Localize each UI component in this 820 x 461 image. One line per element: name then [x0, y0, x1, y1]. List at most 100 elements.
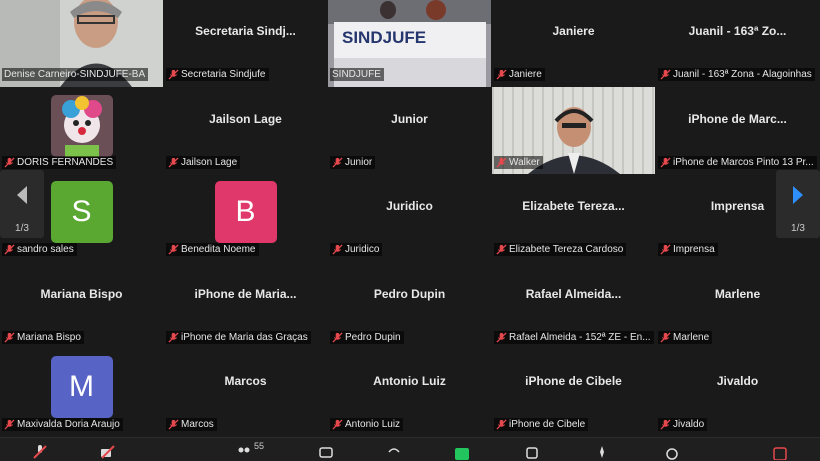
meeting-toolbar: 55 [0, 437, 820, 461]
participant-display-name: Rafael Almeida... [525, 286, 622, 301]
participant-tile[interactable]: Secretaria Sindj... Secretaria Sindjufe [164, 0, 327, 88]
more-icon[interactable] [664, 444, 680, 460]
participant-tile[interactable]: DORIS FERNANDES [0, 87, 163, 175]
participant-name-label: Antonio Luiz [330, 417, 404, 431]
participant-name-label: Benedita Noeme [166, 243, 259, 257]
participant-tile[interactable]: Pedro Dupin Pedro Dupin [328, 262, 491, 350]
muted-mic-icon [496, 419, 507, 430]
participant-name: Marcos [181, 418, 214, 430]
participants-icon[interactable] [236, 444, 252, 460]
muted-mic-icon [4, 244, 15, 255]
participant-name-label: Maxivalda Doria Araujo [2, 417, 123, 431]
muted-mic-icon [168, 69, 179, 80]
participant-tile[interactable]: SINDJUFE SINDJUFE [328, 0, 491, 88]
participant-name: Junior [345, 156, 373, 168]
chat-icon[interactable] [318, 444, 334, 460]
reactions-icon[interactable] [386, 444, 402, 460]
participant-name: Rafael Almeida - 152ª ZE - En... [509, 331, 651, 343]
participant-name-label: Junior [330, 155, 376, 169]
participant-name: Benedita Noeme [181, 244, 256, 256]
participant-tile[interactable]: Denise Carneiro-SINDJUFE-BA [0, 0, 163, 88]
participant-name-label: Jailson Lage [166, 155, 241, 169]
participant-name: Jailson Lage [181, 156, 238, 168]
initial-avatar: B [214, 180, 277, 243]
participant-name-label: Juanil - 163ª Zona - Alagoinhas [658, 68, 815, 82]
muted-mic-icon [332, 332, 343, 343]
participant-name: DORIS FERNANDES [17, 156, 114, 168]
participant-tile[interactable]: Marcos Marcos [164, 349, 327, 437]
participant-name-label: Jivaldo [658, 417, 708, 431]
participant-tile[interactable]: Janiere Janiere [492, 0, 655, 88]
participant-display-name: iPhone de Cibele [525, 374, 622, 389]
participant-name-label: DORIS FERNANDES [2, 155, 117, 169]
participant-tile[interactable]: Mariana Bispo Mariana Bispo [0, 262, 163, 350]
leave-icon[interactable] [772, 444, 788, 460]
participant-tile[interactable]: Junior Junior [328, 87, 491, 175]
participant-tile[interactable]: Elizabete Tereza... Elizabete Tereza Card… [492, 174, 655, 263]
initial-avatar: M [50, 355, 113, 418]
participant-display-name: Jailson Lage [209, 111, 282, 126]
participant-tile[interactable]: iPhone de Cibele iPhone de Cibele [492, 349, 655, 437]
participant-name: Maxivalda Doria Araujo [17, 418, 120, 430]
participant-tile[interactable]: Juridico Juridico [328, 174, 491, 263]
share-screen-icon[interactable] [454, 444, 470, 460]
record-icon[interactable] [524, 444, 540, 460]
participant-tile[interactable]: iPhone de Marc... iPhone de Marcos Pinto … [656, 87, 819, 175]
initial-avatar: S [50, 180, 113, 243]
participant-display-name: Jivaldo [716, 374, 759, 389]
participant-name-label: iPhone de Marcos Pinto 13 Pr... [658, 155, 817, 169]
participant-tile[interactable]: iPhone de Maria... iPhone de Maria das Gr… [164, 262, 327, 350]
participant-tile[interactable]: M Maxivalda Doria Araujo [0, 349, 163, 437]
mute-mic-icon[interactable] [32, 444, 48, 460]
next-page-button[interactable]: 1/3 [776, 170, 820, 238]
muted-mic-icon [496, 69, 507, 80]
participant-name-label: Rafael Almeida - 152ª ZE - En... [494, 330, 654, 344]
muted-mic-icon [4, 157, 15, 168]
participant-display-name: Juridico [386, 199, 433, 214]
muted-mic-icon [168, 157, 179, 168]
muted-mic-icon [660, 332, 671, 343]
participant-tile[interactable]: Jivaldo Jivaldo [656, 349, 819, 437]
banner-text: SINDJUFE [342, 28, 426, 47]
page-indicator: 1/3 [15, 223, 29, 234]
stop-video-icon[interactable] [100, 444, 116, 460]
participant-name-label: iPhone de Cibele [494, 417, 589, 431]
participant-display-name: Secretaria Sindj... [195, 24, 296, 39]
participant-name: iPhone de Marcos Pinto 13 Pr... [673, 156, 814, 168]
video-grid: Denise Carneiro-SINDJUFE-BA Secretaria Si… [0, 0, 820, 437]
chevron-right-icon [793, 186, 803, 204]
participant-tile[interactable]: Rafael Almeida... Rafael Almeida - 152ª Z… [492, 262, 655, 350]
muted-mic-icon [4, 419, 15, 430]
participant-name: iPhone de Maria das Graças [181, 331, 308, 343]
participant-display-name: Antonio Luiz [373, 374, 446, 389]
participant-name-label: iPhone de Maria das Graças [166, 330, 311, 344]
previous-page-button[interactable]: 1/3 [0, 170, 44, 238]
participant-name-label: Elizabete Tereza Cardoso [494, 243, 627, 257]
participant-name-label: Mariana Bispo [2, 330, 84, 344]
participant-name: Juanil - 163ª Zona - Alagoinhas [673, 69, 812, 81]
participant-name: sandro sales [17, 244, 74, 256]
participant-name: SINDJUFE [332, 69, 381, 81]
participant-display-name: Mariana Bispo [40, 286, 123, 301]
participant-name-label: Secretaria Sindjufe [166, 68, 269, 82]
page-indicator: 1/3 [791, 223, 805, 234]
participant-tile[interactable]: Walker [492, 87, 655, 175]
participants-count: 55 [254, 441, 265, 451]
muted-mic-icon [168, 332, 179, 343]
participant-tile[interactable]: Juanil - 163ª Zo... Juanil - 163ª Zona - … [656, 0, 819, 88]
muted-mic-icon [168, 419, 179, 430]
apps-icon[interactable] [594, 444, 610, 460]
participant-name-label: Marlene [658, 330, 713, 344]
participant-tile[interactable]: Marlene Marlene [656, 262, 819, 350]
participant-name: Denise Carneiro-SINDJUFE-BA [4, 69, 146, 81]
participant-display-name: iPhone de Marc... [688, 111, 787, 126]
participant-display-name: iPhone de Maria... [194, 286, 297, 301]
muted-mic-icon [332, 244, 343, 255]
participant-name: Janiere [509, 69, 542, 81]
participant-name: Jivaldo [673, 418, 705, 430]
participant-tile[interactable]: B Benedita Noeme [164, 174, 327, 263]
participant-tile[interactable]: Antonio Luiz Antonio Luiz [328, 349, 491, 437]
muted-mic-icon [332, 419, 343, 430]
participant-tile[interactable]: Jailson Lage Jailson Lage [164, 87, 327, 175]
participant-display-name: Juanil - 163ª Zo... [688, 24, 787, 39]
